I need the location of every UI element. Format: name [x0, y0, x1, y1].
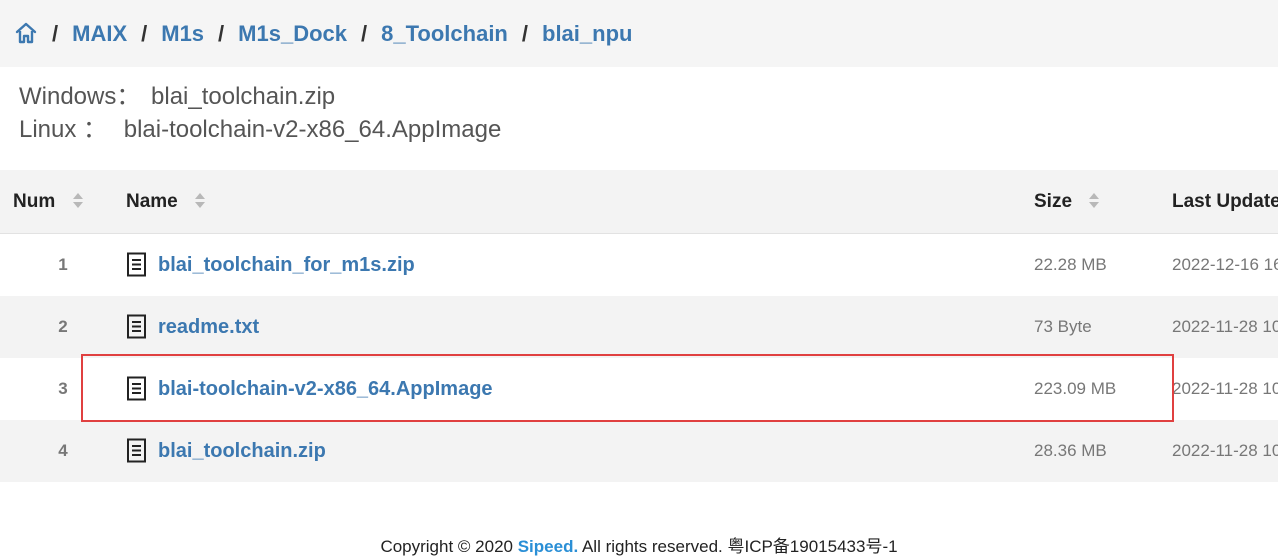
sort-icon[interactable] — [1089, 193, 1100, 209]
file-link[interactable]: blai-toolchain-v2-x86_64.AppImage — [158, 378, 493, 401]
breadcrumb-item-m1s[interactable]: M1s — [161, 21, 204, 47]
breadcrumb-separator: / — [361, 20, 368, 46]
breadcrumb-item-toolchain[interactable]: 8_Toolchain — [381, 21, 508, 47]
linux-label: Linux ： — [19, 116, 108, 143]
row-size: 223.09 MB — [1034, 358, 1172, 420]
linux-value: blai-toolchain-v2-x86_64.AppImage — [123, 116, 502, 143]
linux-info-row: Linux ： blai-toolchain-v2-x86_64.AppImag… — [19, 113, 501, 146]
breadcrumb: / MAIX / M1s / M1s_Dock / 8_Toolchain / … — [0, 0, 1278, 67]
column-header-size[interactable]: Size — [1034, 170, 1172, 234]
brand-link[interactable]: Sipeed. — [518, 537, 578, 556]
table-row: 1 blai_toolchain_for_m1s.zip 22.28 MB 20… — [0, 233, 1278, 296]
file-table: Num Name Size Last Updated 1 — [0, 170, 1278, 482]
table-header-row: Num Name Size Last Updated — [0, 170, 1278, 234]
file-icon — [126, 314, 148, 340]
download-info: Windows： blai_toolchain.zip Linux ： blai… — [19, 80, 501, 146]
row-date: 2022-12-16 16 — [1172, 233, 1278, 296]
windows-label: Windows： — [19, 83, 141, 110]
row-num: 4 — [0, 420, 126, 482]
column-header-label: Name — [126, 190, 178, 212]
windows-info-row: Windows： blai_toolchain.zip — [19, 80, 501, 113]
windows-value: blai_toolchain.zip — [151, 83, 336, 110]
file-icon — [126, 438, 148, 464]
breadcrumb-separator: / — [218, 20, 225, 46]
sort-icon[interactable] — [195, 193, 206, 209]
breadcrumb-separator: / — [141, 20, 148, 46]
footer: Copyright © 2020 Sipeed. All rights rese… — [0, 532, 1278, 557]
file-icon — [126, 376, 148, 402]
column-header-last-updated[interactable]: Last Updated — [1172, 170, 1278, 234]
row-num: 3 — [0, 358, 126, 420]
table-row: 3 blai-toolchain-v2-x86_64.AppImage 223.… — [0, 358, 1278, 420]
file-link[interactable]: readme.txt — [158, 316, 259, 339]
row-name-cell: blai_toolchain.zip — [126, 420, 1034, 482]
row-num: 2 — [0, 296, 126, 358]
row-name-cell: blai-toolchain-v2-x86_64.AppImage — [126, 358, 1034, 420]
copyright-text: Copyright © 2020 — [380, 537, 518, 556]
table-row: 2 readme.txt 73 Byte 2022-11-28 10 — [0, 296, 1278, 358]
row-date: 2022-11-28 10 — [1172, 296, 1278, 358]
breadcrumb-item-blai-npu[interactable]: blai_npu — [542, 21, 632, 47]
breadcrumb-separator: / — [52, 20, 59, 46]
copyright-suffix: All rights reserved. 粤ICP备19015433号-1 — [578, 537, 898, 556]
column-header-label: Size — [1034, 190, 1073, 212]
row-name-cell: blai_toolchain_for_m1s.zip — [126, 233, 1034, 296]
row-name-cell: readme.txt — [126, 296, 1034, 358]
file-icon — [126, 252, 148, 278]
row-size: 22.28 MB — [1034, 233, 1172, 296]
file-link[interactable]: blai_toolchain_for_m1s.zip — [158, 254, 415, 277]
column-header-label: Last Updated — [1172, 190, 1278, 212]
row-date: 2022-11-28 10 — [1172, 420, 1278, 482]
row-date: 2022-11-28 10 — [1172, 358, 1278, 420]
row-size: 73 Byte — [1034, 296, 1172, 358]
file-link[interactable]: blai_toolchain.zip — [158, 440, 326, 463]
column-header-num[interactable]: Num — [0, 170, 126, 234]
sort-icon[interactable] — [72, 193, 83, 209]
column-header-label: Num — [13, 190, 56, 212]
home-icon[interactable] — [14, 21, 38, 45]
breadcrumb-separator: / — [521, 20, 528, 46]
breadcrumb-item-m1s-dock[interactable]: M1s_Dock — [238, 21, 347, 47]
breadcrumb-item-maix[interactable]: MAIX — [72, 21, 127, 47]
table-row: 4 blai_toolchain.zip 28.36 MB 2022-11-28… — [0, 420, 1278, 482]
column-header-name[interactable]: Name — [126, 170, 1034, 234]
row-num: 1 — [0, 233, 126, 296]
row-size: 28.36 MB — [1034, 420, 1172, 482]
